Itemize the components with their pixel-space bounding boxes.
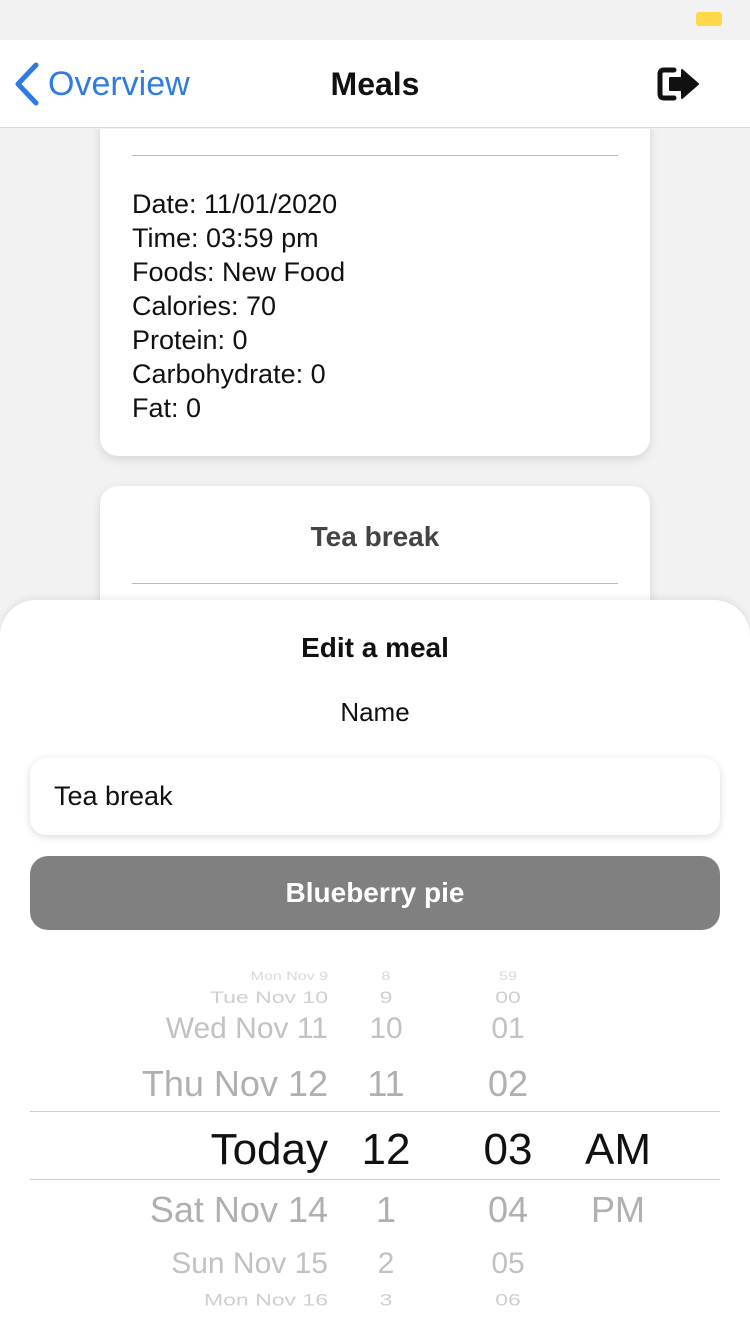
meal-date: Date: 11/01/2020 [132, 189, 338, 219]
picker-day-option[interactable]: Mon Nov 16 [204, 1292, 328, 1308]
picker-selection-line [30, 1111, 720, 1112]
sheet-title: Edit a meal [301, 632, 449, 663]
meal-time: Time: 03:59 pm [132, 223, 319, 253]
picker-day-option[interactable]: Wed Nov 11 [166, 1014, 328, 1044]
back-button-label: Overview [48, 64, 190, 103]
edit-meal-sheet: Edit a meal Name Blueberry pie Mon Nov 9… [0, 600, 750, 1334]
card-divider [132, 583, 618, 584]
picker-hour-option[interactable]: 1 [376, 1192, 396, 1228]
picker-hour-option[interactable]: 2 [378, 1249, 395, 1279]
picker-minute-option[interactable]: 06 [495, 1292, 521, 1308]
meal-protein: Protein: 0 [132, 325, 248, 355]
meal-foods: Foods: New Food [132, 257, 346, 287]
picker-day-option[interactable]: Thu Nov 12 [142, 1066, 328, 1102]
picker-selection-line [30, 1179, 720, 1180]
logout-button[interactable] [656, 64, 704, 104]
picker-hour-option[interactable]: 8 [382, 971, 391, 983]
picker-day-option[interactable]: Tue Nov 10 [210, 989, 328, 1006]
picker-hour-option[interactable]: 11 [367, 1066, 404, 1102]
picker-minute-option[interactable]: 02 [488, 1066, 528, 1102]
picker-ampm-selected[interactable]: AM [585, 1128, 651, 1172]
picker-day-option[interactable]: Sat Nov 14 [150, 1192, 328, 1228]
food-select-button[interactable]: Blueberry pie [30, 856, 720, 930]
meal-carbohydrate: Carbohydrate: 0 [132, 359, 326, 389]
picker-ampm-option[interactable]: PM [591, 1192, 645, 1228]
picker-day-option[interactable]: Sun Nov 15 [171, 1249, 328, 1279]
meal-name-input[interactable] [30, 758, 720, 835]
picker-hour-option[interactable]: 10 [369, 1014, 402, 1044]
picker-minute-option[interactable]: 01 [491, 1014, 524, 1044]
meal-card-title: Tea break [310, 521, 440, 552]
picker-day-selected[interactable]: Today [211, 1128, 328, 1172]
chevron-left-icon [15, 62, 39, 106]
picker-minute-option[interactable]: 05 [491, 1249, 524, 1279]
meal-details: Date: 11/01/2020 Time: 03:59 pm Foods: N… [132, 187, 345, 425]
name-label: Name [340, 697, 410, 727]
picker-hour-option[interactable]: 9 [380, 989, 393, 1006]
back-button[interactable]: Overview [14, 60, 190, 108]
meal-card[interactable]: Date: 11/01/2020 Time: 03:59 pm Foods: N… [100, 129, 650, 456]
navigation-bar: Overview Meals [0, 40, 750, 128]
battery-icon [696, 12, 722, 26]
picker-minute-option[interactable]: 00 [495, 989, 521, 1006]
meal-calories: Calories: 70 [132, 291, 277, 321]
date-time-picker[interactable]: Mon Nov 9 Tue Nov 10 Wed Nov 11 Thu Nov … [0, 968, 750, 1308]
card-divider [132, 155, 618, 156]
picker-minute-option[interactable]: 04 [488, 1192, 528, 1228]
picker-minute-selected[interactable]: 03 [484, 1128, 533, 1172]
sign-out-icon [657, 67, 699, 101]
picker-day-option[interactable]: Mon Nov 9 [251, 971, 328, 983]
meal-fat: Fat: 0 [132, 393, 202, 423]
picker-minute-option[interactable]: 59 [499, 971, 517, 983]
picker-hour-selected[interactable]: 12 [362, 1128, 411, 1172]
picker-hour-option[interactable]: 3 [380, 1292, 393, 1308]
